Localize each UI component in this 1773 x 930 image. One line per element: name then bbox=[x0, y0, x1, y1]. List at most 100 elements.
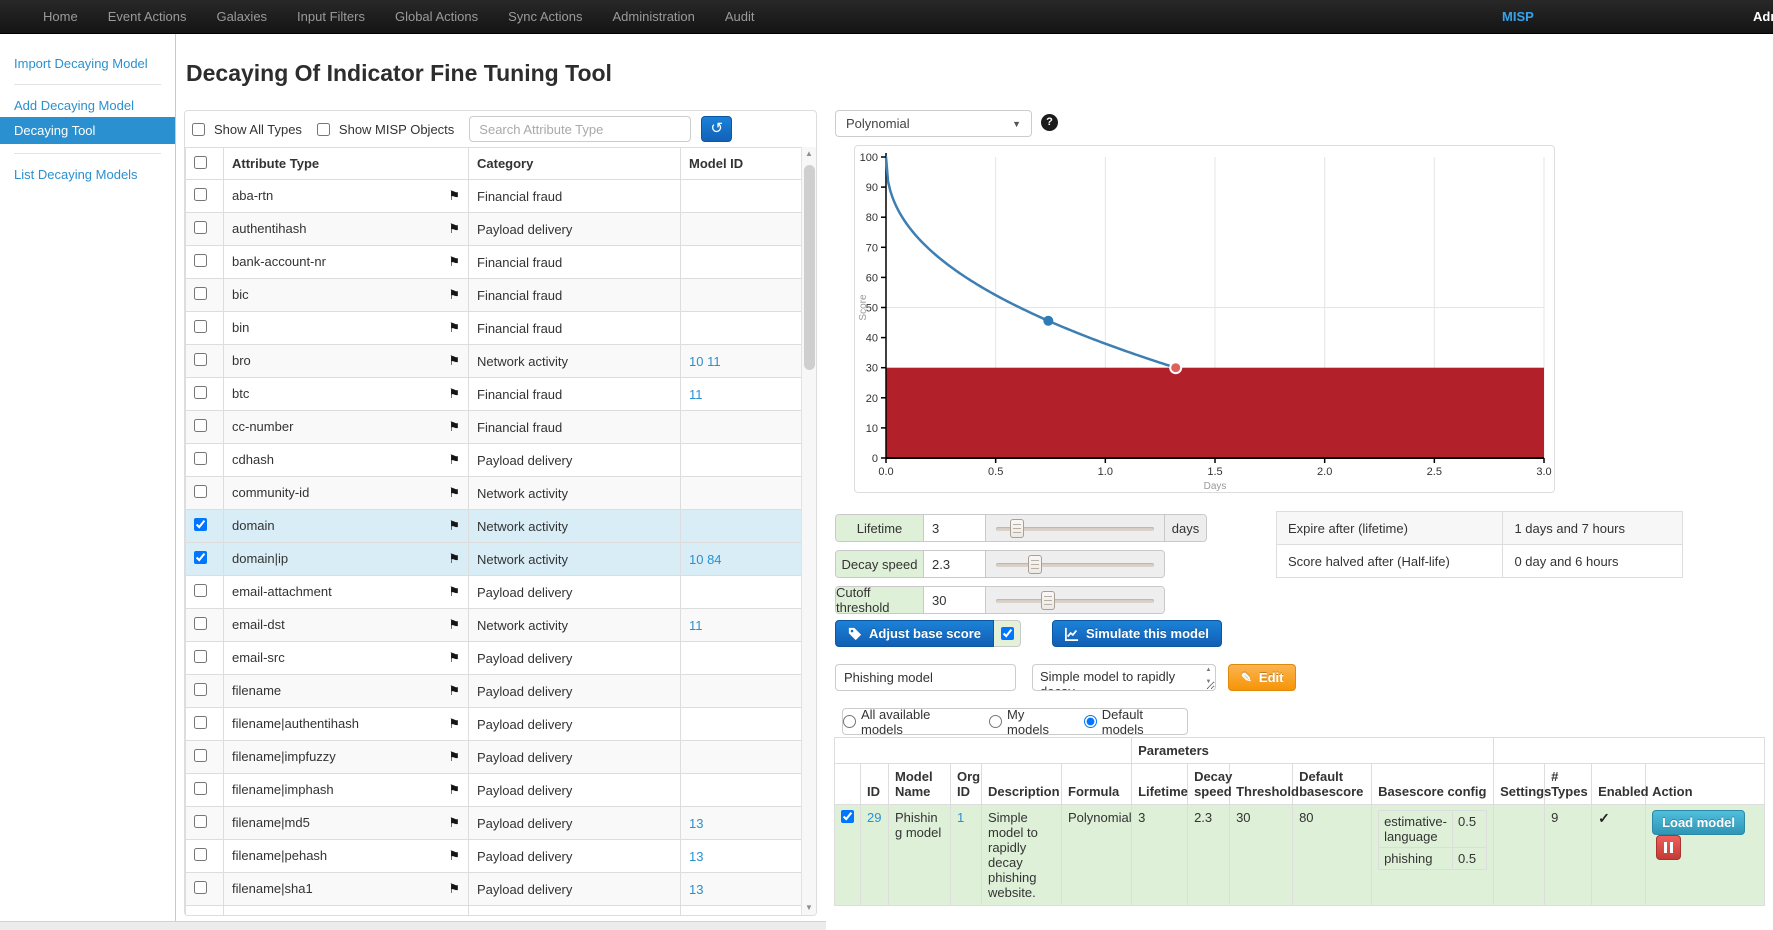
nav-item-event-actions[interactable]: Event Actions bbox=[93, 0, 202, 34]
row-checkbox[interactable] bbox=[194, 320, 207, 333]
row-checkbox[interactable] bbox=[194, 848, 207, 861]
nav-item-galaxies[interactable]: Galaxies bbox=[201, 0, 282, 34]
row-checkbox[interactable] bbox=[194, 386, 207, 399]
row-checkbox[interactable] bbox=[194, 749, 207, 762]
cutoff-threshold-input[interactable] bbox=[924, 587, 986, 613]
lifetime-slider[interactable] bbox=[986, 515, 1164, 541]
nav-item-home[interactable]: Home bbox=[28, 0, 93, 34]
decay-speed-slider[interactable] bbox=[986, 551, 1164, 577]
misp-brand[interactable]: MISP bbox=[1502, 0, 1534, 34]
lifetime-slider-handle[interactable] bbox=[1010, 519, 1024, 538]
sidebar-item-add-decaying-model[interactable]: Add Decaying Model bbox=[0, 94, 175, 117]
refresh-button[interactable]: ↺ bbox=[701, 116, 732, 142]
org-id-link[interactable]: 1 bbox=[957, 810, 964, 825]
model-id-links[interactable]: 13 bbox=[689, 816, 703, 831]
help-icon[interactable]: ? bbox=[1041, 114, 1058, 131]
row-checkbox[interactable] bbox=[194, 881, 207, 894]
flag-icon[interactable]: ⚑ bbox=[448, 848, 460, 864]
row-checkbox[interactable] bbox=[194, 518, 207, 531]
model-name-input[interactable] bbox=[835, 664, 1016, 691]
search-attribute-input[interactable] bbox=[469, 116, 691, 142]
row-checkbox[interactable] bbox=[194, 815, 207, 828]
flag-icon[interactable]: ⚑ bbox=[448, 683, 460, 699]
flag-icon[interactable]: ⚑ bbox=[448, 485, 460, 501]
nav-item-global-actions[interactable]: Global Actions bbox=[380, 0, 493, 34]
row-checkbox[interactable] bbox=[194, 353, 207, 366]
cutoff-threshold-slider-handle[interactable] bbox=[1041, 591, 1055, 610]
decay-speed-input[interactable] bbox=[924, 551, 986, 577]
row-checkbox[interactable] bbox=[194, 485, 207, 498]
row-checkbox[interactable] bbox=[194, 254, 207, 267]
flag-icon[interactable]: ⚑ bbox=[448, 518, 460, 534]
simulate-model-button[interactable]: Simulate this model bbox=[1052, 620, 1222, 647]
formula-select[interactable]: Polynomial ▼ bbox=[835, 110, 1032, 137]
row-checkbox[interactable] bbox=[194, 419, 207, 432]
row-checkbox[interactable] bbox=[194, 683, 207, 696]
row-checkbox[interactable] bbox=[194, 650, 207, 663]
nav-item-audit[interactable]: Audit bbox=[710, 0, 770, 34]
flag-icon[interactable]: ⚑ bbox=[448, 254, 460, 270]
default-models-radio[interactable] bbox=[1084, 715, 1097, 728]
model-id-links[interactable]: 11 bbox=[689, 618, 703, 633]
cutoff-point[interactable] bbox=[1170, 362, 1181, 373]
select-all-checkbox[interactable] bbox=[194, 156, 207, 169]
flag-icon[interactable]: ⚑ bbox=[448, 221, 460, 237]
sidebar-item-import-decaying-model[interactable]: Import Decaying Model bbox=[0, 52, 175, 75]
sidebar-item-decaying-tool[interactable]: Decaying Tool bbox=[0, 117, 175, 144]
flag-icon[interactable]: ⚑ bbox=[448, 320, 460, 336]
flag-icon[interactable]: ⚑ bbox=[448, 815, 460, 831]
row-checkbox[interactable] bbox=[194, 716, 207, 729]
flag-icon[interactable]: ⚑ bbox=[448, 188, 460, 204]
row-checkbox[interactable] bbox=[194, 188, 207, 201]
radio-all-available-models[interactable]: All available models bbox=[843, 707, 974, 737]
row-checkbox[interactable] bbox=[194, 782, 207, 795]
lifetime-input[interactable] bbox=[924, 515, 986, 541]
adjust-base-score-button[interactable]: Adjust base score bbox=[835, 620, 994, 647]
flag-icon[interactable]: ⚑ bbox=[448, 584, 460, 600]
sidebar-item-list-decaying-models[interactable]: List Decaying Models bbox=[0, 163, 175, 186]
adjust-base-score-checkbox[interactable] bbox=[1001, 627, 1014, 640]
flag-icon[interactable]: ⚑ bbox=[448, 551, 460, 567]
flag-icon[interactable]: ⚑ bbox=[448, 881, 460, 897]
model-row-checkbox[interactable] bbox=[841, 810, 854, 823]
row-checkbox[interactable] bbox=[194, 617, 207, 630]
radio-my-models[interactable]: My models bbox=[989, 707, 1069, 737]
row-checkbox[interactable] bbox=[194, 584, 207, 597]
decay-speed-slider-handle[interactable] bbox=[1028, 555, 1042, 574]
load-model-button[interactable]: Load model bbox=[1652, 810, 1745, 835]
flag-icon[interactable]: ⚑ bbox=[448, 782, 460, 798]
model-id-links[interactable]: 10 11 bbox=[689, 354, 721, 369]
flag-icon[interactable]: ⚑ bbox=[448, 452, 460, 468]
scroll-down-icon[interactable]: ▼ bbox=[802, 901, 816, 915]
row-checkbox[interactable] bbox=[194, 452, 207, 465]
row-checkbox[interactable] bbox=[194, 551, 207, 564]
nav-item-input-filters[interactable]: Input Filters bbox=[282, 0, 380, 34]
nav-item-sync-actions[interactable]: Sync Actions bbox=[493, 0, 597, 34]
flag-icon[interactable]: ⚑ bbox=[448, 617, 460, 633]
flag-icon[interactable]: ⚑ bbox=[448, 650, 460, 666]
flag-icon[interactable]: ⚑ bbox=[448, 749, 460, 765]
scrollbar-thumb[interactable] bbox=[804, 165, 815, 370]
user-menu[interactable]: Admin bbox=[1753, 0, 1773, 34]
decay-curve-point[interactable] bbox=[1043, 316, 1053, 326]
nav-item-administration[interactable]: Administration bbox=[598, 0, 710, 34]
radio-default-models[interactable]: Default models bbox=[1084, 707, 1187, 737]
flag-icon[interactable]: ⚑ bbox=[448, 386, 460, 402]
my-models-radio[interactable] bbox=[989, 715, 1002, 728]
scroll-up-icon[interactable]: ▲ bbox=[802, 147, 816, 161]
flag-icon[interactable]: ⚑ bbox=[448, 419, 460, 435]
row-checkbox[interactable] bbox=[194, 221, 207, 234]
model-id-links[interactable]: 13 bbox=[689, 849, 703, 864]
cutoff-threshold-slider[interactable] bbox=[986, 587, 1164, 613]
show-misp-objects-checkbox[interactable] bbox=[317, 123, 330, 136]
model-description-textarea[interactable]: Simple model to rapidly decay bbox=[1032, 664, 1216, 691]
model-id-links[interactable]: 10 84 bbox=[689, 552, 722, 567]
flag-icon[interactable]: ⚑ bbox=[448, 716, 460, 732]
all-available-models-radio[interactable] bbox=[843, 715, 856, 728]
flag-icon[interactable]: ⚑ bbox=[448, 287, 460, 303]
table-scrollbar[interactable]: ▲ ▼ bbox=[801, 147, 816, 915]
edit-model-button[interactable]: ✎ Edit bbox=[1228, 664, 1296, 691]
disable-model-button[interactable] bbox=[1656, 835, 1681, 860]
show-all-types-checkbox[interactable] bbox=[192, 123, 205, 136]
model-id-links[interactable]: 11 bbox=[689, 387, 703, 402]
